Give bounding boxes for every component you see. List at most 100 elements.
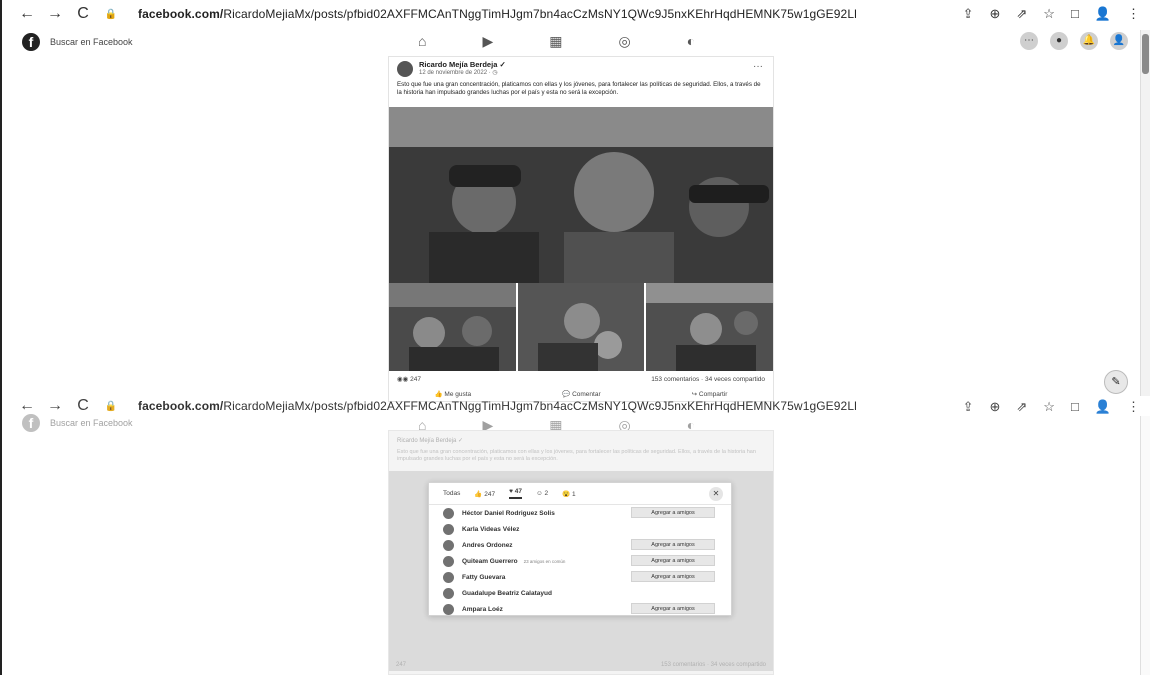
url-path: RicardoMejiaMx/posts/pfbid02AXFFMCAnTNgg… (223, 7, 857, 21)
list-item[interactable]: Héctor Daniel Rodriguez Solis Agregar a … (429, 505, 731, 521)
tab-care[interactable]: ☺ 2 (536, 490, 548, 497)
close-icon[interactable]: ✕ (709, 487, 723, 501)
back-icon[interactable]: ← (18, 5, 36, 23)
person-name[interactable]: Ampara Loéz (462, 606, 503, 613)
profile-icon-bottom[interactable]: 👤 (1095, 399, 1111, 415)
avatar[interactable] (443, 539, 454, 551)
person-name[interactable]: Andres Ordonez (462, 542, 513, 549)
add-friend-button[interactable]: Agregar a amigos (631, 603, 715, 614)
install-icon[interactable]: ⇪ (963, 6, 974, 22)
gaming-icon[interactable]: ◐ (687, 33, 695, 50)
list-item[interactable]: Andres Ordonez Agregar a amigos (429, 537, 731, 553)
comments-shares[interactable]: 153 comentarios · 34 veces compartido (651, 376, 765, 383)
facebook-search-input-bottom[interactable]: Buscar en Facebook (50, 418, 133, 428)
browser-window-bottom: ← → C 🔒 facebook.com/RicardoMejiaMx/post… (10, 396, 1150, 675)
post-photo-thumb-3[interactable] (646, 283, 774, 371)
avatar[interactable] (443, 603, 454, 615)
lock-icon[interactable]: 🔒 (102, 9, 120, 20)
tab-like[interactable]: 👍 247 (474, 490, 495, 498)
bookmark-star-icon-bottom[interactable]: ☆ (1043, 399, 1055, 415)
post-text: Esto que fue una gran concentración, pla… (397, 81, 761, 96)
reactions-count-dimmed: 247 (396, 662, 407, 668)
scrollbar-top[interactable] (1140, 30, 1150, 396)
post-text-dimmed: Esto que fue una gran concentración, pla… (397, 449, 756, 462)
avatar[interactable] (443, 523, 454, 535)
post-author-dimmed: Ricardo Mejía Berdeja ✓ (397, 438, 464, 444)
photo-thumb-1-illustration (389, 283, 516, 371)
tab-like-count: 247 (484, 490, 496, 498)
reaction-summary[interactable]: ◉◉ 247 (397, 375, 421, 383)
tab-love[interactable]: ♥ 47 (509, 488, 523, 499)
list-item[interactable]: Fatty Guevara Agregar a amigos (429, 569, 731, 585)
add-friend-button[interactable]: Agregar a amigos (631, 555, 715, 566)
tab-wow-count: 1 (572, 490, 576, 498)
post-photo-main[interactable] (389, 107, 773, 283)
scrollbar-thumb-top[interactable] (1142, 34, 1149, 74)
add-friend-button[interactable]: Agregar a amigos (631, 539, 715, 550)
forward-icon[interactable]: → (46, 5, 64, 23)
lock-icon-bottom[interactable]: 🔒 (102, 401, 120, 412)
menu-kebab-icon-bottom[interactable]: ⋮ (1127, 399, 1140, 415)
profile-icon[interactable]: 👤 (1095, 6, 1111, 22)
menu-grid-icon[interactable]: ⋯ (1020, 32, 1038, 50)
install-icon-bottom[interactable]: ⇪ (963, 399, 974, 415)
share-icon[interactable]: ⇗ (1016, 6, 1027, 22)
reactions-tabs: Todas 👍 247 ♥ 47 ☺ 2 😮 1 ✕ (429, 483, 731, 505)
post-photo-grid (389, 283, 774, 371)
comments-shares-dimmed: 153 comentarios · 34 veces compartido (660, 662, 766, 668)
add-friend-button[interactable]: Agregar a amigos (631, 571, 715, 582)
facebook-logo-icon[interactable]: f (22, 33, 40, 51)
author-avatar[interactable] (397, 61, 413, 77)
add-friend-button[interactable]: Agregar a amigos (631, 507, 715, 518)
forward-icon-bottom[interactable]: → (46, 397, 64, 415)
menu-kebab-icon[interactable]: ⋮ (1127, 6, 1140, 22)
zoom-icon[interactable]: ⊕ (989, 6, 1000, 22)
groups-icon[interactable]: ◎ (618, 33, 630, 50)
messenger-icon[interactable]: ● (1050, 32, 1068, 50)
facebook-logo-icon-bottom[interactable]: f (22, 414, 40, 432)
photo-thumb-3-illustration (646, 283, 774, 371)
scrollbar-bottom[interactable] (1140, 416, 1150, 675)
person-name[interactable]: Quiteam Guerrero (462, 558, 518, 565)
list-item[interactable]: Guadalupe Beatriz Calatayud (429, 585, 731, 601)
url-field[interactable]: facebook.com/RicardoMejiaMx/posts/pfbid0… (138, 7, 857, 21)
account-avatar-icon[interactable]: 👤 (1110, 32, 1128, 50)
avatar[interactable] (443, 571, 454, 583)
notifications-icon[interactable]: 🔔 (1080, 32, 1098, 50)
share-icon-bottom[interactable]: ⇗ (1016, 399, 1027, 415)
home-icon[interactable]: ⌂ (418, 33, 426, 50)
person-name[interactable]: Guadalupe Beatriz Calatayud (462, 590, 552, 597)
zoom-icon-bottom[interactable]: ⊕ (989, 399, 1000, 415)
tab-all[interactable]: Todas (443, 490, 460, 497)
post-reactions-bar: ◉◉ 247 153 comentarios · 34 veces compar… (389, 371, 773, 387)
sidepanel-icon[interactable]: □ (1071, 6, 1079, 22)
person-name[interactable]: Héctor Daniel Rodriguez Solis (462, 510, 555, 517)
facebook-search-input[interactable]: Buscar en Facebook (50, 37, 133, 47)
post-date[interactable]: 12 de noviembre de 2022 · ◷ (419, 69, 498, 76)
watch-icon[interactable]: ▶ (482, 33, 493, 50)
avatar[interactable] (443, 555, 454, 567)
avatar[interactable] (443, 587, 454, 599)
post-author[interactable]: Ricardo Mejía Berdeja ✓ (419, 60, 506, 69)
post-header: Ricardo Mejía Berdeja ✓ 12 de noviembre … (389, 57, 773, 81)
list-item[interactable]: Quiteam Guerrero 23 amigos en común Agre… (429, 553, 731, 569)
back-icon-bottom[interactable]: ← (18, 397, 36, 415)
post-photo-thumb-1[interactable] (389, 283, 516, 371)
url-field-bottom[interactable]: facebook.com/RicardoMejiaMx/posts/pfbid0… (138, 399, 857, 413)
footer-stats-dimmed: 247 153 comentarios · 34 veces compartid… (396, 662, 766, 668)
sidepanel-icon-bottom[interactable]: □ (1071, 399, 1079, 415)
list-item[interactable]: Karla Videas Vélez (429, 521, 731, 537)
post-options-icon[interactable]: ··· (753, 61, 763, 72)
bookmark-star-icon[interactable]: ☆ (1043, 6, 1055, 22)
screenshot-frame: ← → C 🔒 facebook.com/RicardoMejiaMx/post… (0, 0, 1156, 675)
tab-wow[interactable]: 😮 1 (562, 490, 576, 498)
new-message-icon[interactable]: ✎ (1104, 370, 1128, 394)
post-photo-thumb-2[interactable] (517, 283, 645, 371)
list-item[interactable]: Ampara Loéz Agregar a amigos (429, 601, 731, 617)
person-name[interactable]: Fatty Guevara (462, 574, 505, 581)
marketplace-icon[interactable]: ▦ (549, 33, 562, 50)
reload-icon-bottom[interactable]: C (74, 397, 92, 415)
avatar[interactable] (443, 507, 454, 519)
person-name[interactable]: Karla Videas Vélez (462, 526, 519, 533)
reload-icon[interactable]: C (74, 5, 92, 23)
